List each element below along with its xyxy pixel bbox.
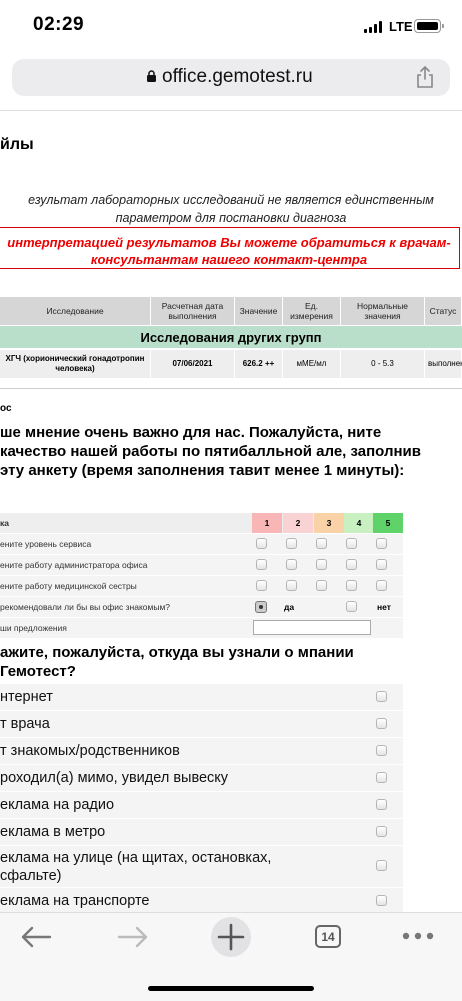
page-url[interactable]: office.gemotest.ru [162, 66, 313, 88]
rating-checkbox-1[interactable] [256, 538, 267, 549]
rating-checkbox-5[interactable] [376, 580, 387, 591]
cell-test: ХГЧ (хорионический гонадотропин человека… [0, 350, 151, 378]
rating-row-nurse: ените работу медицинской сестры [0, 576, 403, 596]
source-checkbox[interactable] [376, 772, 387, 783]
question-label: рекомендовали ли бы вы офис знакомым? [0, 602, 171, 612]
source-checkbox[interactable] [376, 895, 387, 906]
rating-checkbox-3[interactable] [316, 580, 327, 591]
rating-grid-header: ка 1 2 3 4 5 [0, 513, 403, 533]
lock-icon [147, 70, 156, 82]
source-option[interactable]: еклама на улице (на щитах, остановках, с… [0, 846, 403, 888]
grid-header-label: ка [0, 518, 9, 528]
recommend-no-radio[interactable] [346, 601, 357, 612]
source-label: еклама на улице (на щитах, остановках, с… [0, 849, 272, 884]
network-type: LTE [389, 19, 413, 34]
source-label: еклама на транспорте [0, 892, 150, 909]
survey-intro: ше мнение очень важно для нас. Пожалуйст… [0, 424, 421, 479]
rating-row-admin: ените работу администратора офиса [0, 555, 403, 575]
source-checkbox[interactable] [376, 718, 387, 729]
rating-checkbox-1[interactable] [256, 559, 267, 570]
column-header-test: Исследование [0, 297, 151, 325]
status-time: 02:29 [33, 14, 85, 35]
source-option[interactable]: роходил(а) мимо, увидел вывеску [0, 765, 403, 792]
suggestions-input[interactable] [253, 620, 371, 635]
source-option[interactable]: нтернет [0, 684, 403, 711]
rating-checkbox-3[interactable] [316, 559, 327, 570]
disclaimer: езультат лабораторных исследований не яв… [0, 191, 462, 227]
source-option[interactable]: еклама на радио [0, 792, 403, 819]
cell-unit: мМЕ/мл [283, 350, 341, 378]
source-label: роходил(а) мимо, увидел вывеску [0, 770, 229, 786]
rating-row-recommend: рекомендовали ли бы вы офис знакомым? да… [0, 597, 403, 617]
rating-checkbox-5[interactable] [376, 559, 387, 570]
score-header-2: 2 [283, 513, 313, 533]
disclaimer-line-1: езультат лабораторных исследований не яв… [28, 193, 434, 207]
cell-status: выполнен [425, 350, 462, 378]
column-header-normal: Нормальные значения [341, 297, 425, 325]
source-option[interactable]: т знакомых/родственников [0, 738, 403, 765]
source-question: ажите, пожалуйста, откуда вы узнали о мп… [0, 644, 354, 680]
score-header-4: 4 [344, 513, 374, 533]
rating-checkbox-4[interactable] [346, 580, 357, 591]
battery-icon [414, 19, 444, 33]
source-checkbox[interactable] [376, 745, 387, 756]
group-title: Исследования других групп [0, 326, 462, 348]
question-label: ените работу администратора офиса [0, 560, 148, 570]
column-header-date: Расчетная дата выполнения [151, 297, 235, 325]
score-header-5: 5 [373, 513, 403, 533]
cell-normal: 0 - 5.3 [341, 350, 425, 378]
recommend-yes-label: да [284, 602, 295, 612]
source-label: т врача [0, 716, 50, 732]
page-title: йлы [0, 136, 34, 153]
column-header-unit: Ед. измерения [283, 297, 341, 325]
new-tab-plus-icon[interactable] [217, 923, 245, 951]
recommend-no-label: нет [377, 602, 391, 612]
question-label: ши предложения [0, 623, 67, 633]
header-divider [0, 110, 462, 111]
survey-label: ос [0, 403, 12, 414]
source-label: еклама на радио [0, 797, 115, 813]
rating-checkbox-2[interactable] [286, 580, 297, 591]
rating-checkbox-5[interactable] [376, 538, 387, 549]
source-option[interactable]: еклама в метро [0, 819, 403, 846]
source-checkbox[interactable] [376, 799, 387, 810]
column-header-value: Значение [235, 297, 283, 325]
column-header-status: Статус [425, 297, 462, 325]
source-label: т знакомых/родственников [0, 743, 180, 759]
source-label: нтернет [0, 689, 53, 705]
notice-line-1: интерпретацией результатов Вы можете обр… [7, 235, 451, 250]
rating-checkbox-2[interactable] [286, 538, 297, 549]
score-header-3: 3 [314, 513, 344, 533]
share-icon[interactable] [416, 66, 434, 88]
home-indicator [148, 986, 314, 991]
section-divider [0, 388, 462, 389]
recommend-yes-radio[interactable] [255, 601, 267, 613]
rating-row-service: ените уровень сервиса [0, 534, 403, 554]
rating-checkbox-1[interactable] [256, 580, 267, 591]
more-dots-icon[interactable] [402, 931, 434, 941]
question-label: ените работу медицинской сестры [0, 581, 137, 591]
notice-line-2: консультантам нашего контакт-центра [90, 252, 368, 267]
question-label: ените уровень сервиса [0, 539, 92, 549]
rating-checkbox-2[interactable] [286, 559, 297, 570]
score-header-1: 1 [252, 513, 282, 533]
source-label: еклама в метро [0, 824, 106, 840]
rating-checkbox-4[interactable] [346, 559, 357, 570]
source-checkbox[interactable] [376, 826, 387, 837]
source-checkbox[interactable] [376, 691, 387, 702]
source-option[interactable]: еклама на транспорте [0, 888, 403, 914]
source-checkbox[interactable] [376, 860, 387, 871]
rating-checkbox-4[interactable] [346, 538, 357, 549]
disclaimer-line-2: параметром для постановки диагноза [115, 211, 347, 225]
cell-date: 07/06/2021 [151, 350, 235, 378]
rating-checkbox-3[interactable] [316, 538, 327, 549]
back-arrow-icon[interactable] [20, 925, 52, 949]
source-option[interactable]: т врача [0, 711, 403, 738]
tabs-icon[interactable]: 14 [315, 925, 341, 948]
forward-arrow-icon[interactable] [117, 925, 149, 949]
cell-value: 626.2 ++ [235, 350, 283, 378]
cellular-signal-icon [364, 21, 384, 33]
notice-text: интерпретацией результатов Вы можете обр… [0, 234, 462, 268]
